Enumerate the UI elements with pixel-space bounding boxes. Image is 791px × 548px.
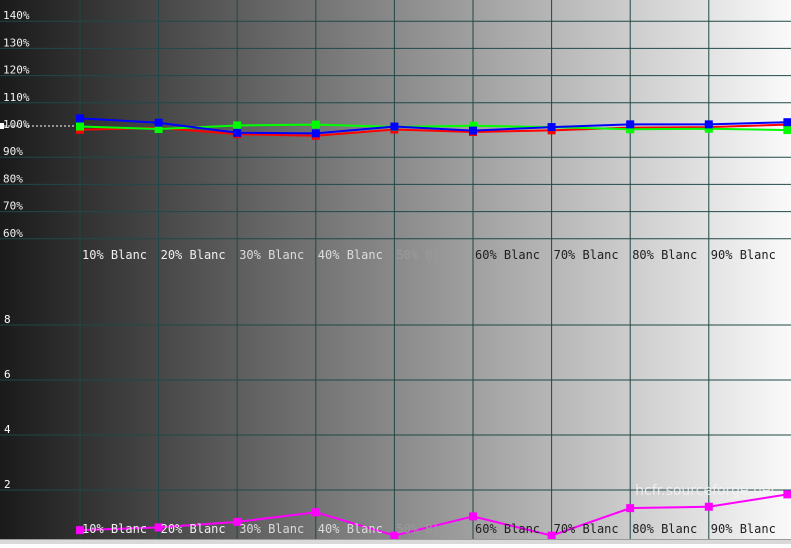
delta-e-data-point [704,502,713,511]
bottom-tab-strip [0,539,791,544]
rgb-balance-data-point [311,129,320,138]
x-tick-label: 70% Blanc [554,248,619,262]
rgb-balance-data-point [704,120,713,129]
x-tick-label: 60% Blanc [475,522,540,536]
y-tick-label: 120% [3,64,30,77]
rgb-balance-data-point [390,122,399,131]
rgb-balance-data-point [233,121,242,130]
rgb-balance-data-point [311,120,320,129]
x-tick-label: 40% Blanc [318,522,383,536]
rgb-balance-data-point [469,126,477,135]
y-tick-label: 80% [3,172,23,185]
y-tick-label: 6 [4,368,11,381]
x-tick-label: 10% Blanc [82,522,147,536]
y-tick-label: 4 [4,423,11,436]
x-tick-label: 50% Blanc [396,522,461,536]
rgb-balance-data-point [76,114,84,123]
x-tick-label: 70% Blanc [554,522,619,536]
y-tick-label: 110% [3,91,30,104]
gradient-background [0,0,791,543]
rgb-balance-data-point [783,126,791,135]
y-tick-label: 8 [4,313,11,326]
x-tick-label: 80% Blanc [632,522,697,536]
delta-e-data-point [626,504,635,513]
x-tick-label: 20% Blanc [161,522,226,536]
y-tick-label: 60% [3,227,23,240]
chart-area: 60% 70% 80% 90% 100% 110% 120% 130% 140% 2 4 6 8 10% … [0,0,791,544]
delta-e-data-point [783,490,791,499]
delta-e-data-point [469,512,477,521]
x-tick-label: 50% Blanc [396,248,461,262]
watermark-text: hcfr.sourceforge.net [635,483,776,499]
chart-svg: 60% 70% 80% 90% 100% 110% 120% 130% 140% 2 4 6 8 10% … [0,0,791,543]
rgb-balance-data-point [76,122,84,131]
rgb-balance-data-point [154,118,163,127]
rgb-balance-data-point [233,128,242,137]
y-tick-label: 100% [3,118,30,131]
y-tick-label: 70% [3,200,23,213]
x-tick-label: 40% Blanc [318,248,383,262]
rgb-balance-data-point [626,120,635,129]
rgb-balance-data-point [783,118,791,127]
x-tick-label: 30% Blanc [239,522,304,536]
y-tick-label: 90% [3,145,23,158]
rgb-balance-data-point [547,123,556,132]
x-tick-label: 20% Blanc [161,248,226,262]
x-tick-label: 60% Blanc [475,248,540,262]
x-tick-label: 80% Blanc [632,248,697,262]
x-tick-label: 30% Blanc [239,248,304,262]
x-tick-label: 90% Blanc [711,522,776,536]
y-tick-label: 140% [3,9,30,22]
y-tick-label: 130% [3,36,30,49]
x-tick-label: 10% Blanc [82,248,147,262]
x-tick-label: 90% Blanc [711,248,776,262]
delta-e-data-point [311,508,320,517]
y-tick-label: 2 [4,478,11,491]
